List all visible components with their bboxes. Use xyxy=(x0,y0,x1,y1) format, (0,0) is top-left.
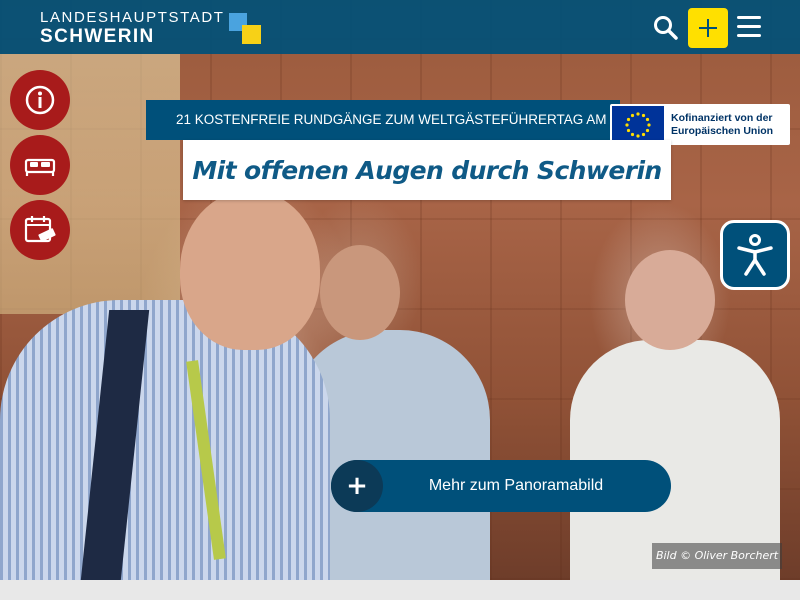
event-ribbon[interactable]: 21 KOSTENFREIE RUNDGÄNGE ZUM WELTGÄSTEFÜ… xyxy=(146,100,620,140)
info-icon xyxy=(25,85,55,115)
hero-face-guide xyxy=(180,190,320,350)
accommodation-button[interactable] xyxy=(10,135,70,195)
panorama-more-button[interactable]: + Mehr zum Panoramabild xyxy=(331,460,671,512)
hero-face-right xyxy=(625,250,715,350)
headline-card[interactable]: Mit offenen Augen durch Schwerin xyxy=(183,140,671,200)
panorama-label: Mehr zum Panoramabild xyxy=(428,477,604,494)
logo-line2: SCHWERIN xyxy=(40,26,155,47)
accessibility-button[interactable] xyxy=(720,220,790,290)
quick-add-button[interactable] xyxy=(688,8,728,48)
events-button[interactable] xyxy=(10,200,70,260)
eu-line1: Kofinanziert von der xyxy=(671,111,773,124)
footer-strip xyxy=(0,580,800,600)
eu-line2: Europäischen Union xyxy=(671,124,774,137)
eu-funding-badge: Kofinanziert von der Europäischen Union xyxy=(610,104,790,145)
info-button[interactable] xyxy=(10,70,70,130)
site-header: LANDESHAUPTSTADT SCHWERIN xyxy=(0,0,800,54)
search-icon[interactable] xyxy=(652,14,680,42)
logo-line1: LANDESHAUPTSTADT xyxy=(40,9,225,26)
image-credit: Bild © Oliver Borchert xyxy=(652,543,782,569)
calendar-ticket-icon xyxy=(24,216,56,243)
eu-funding-text: Kofinanziert von der Europäischen Union xyxy=(671,112,773,138)
hero-face-middle xyxy=(320,245,400,340)
logo-mark-icon xyxy=(229,13,263,45)
hamburger-menu-icon[interactable] xyxy=(737,16,761,38)
panorama-plus-icon: + xyxy=(331,460,383,512)
site-logo[interactable]: LANDESHAUPTSTADT SCHWERIN xyxy=(40,10,225,48)
page-headline: Mit offenen Augen durch Schwerin xyxy=(192,155,662,185)
eu-flag-icon xyxy=(612,105,664,144)
bed-icon xyxy=(24,158,56,176)
accessibility-icon xyxy=(737,234,773,276)
